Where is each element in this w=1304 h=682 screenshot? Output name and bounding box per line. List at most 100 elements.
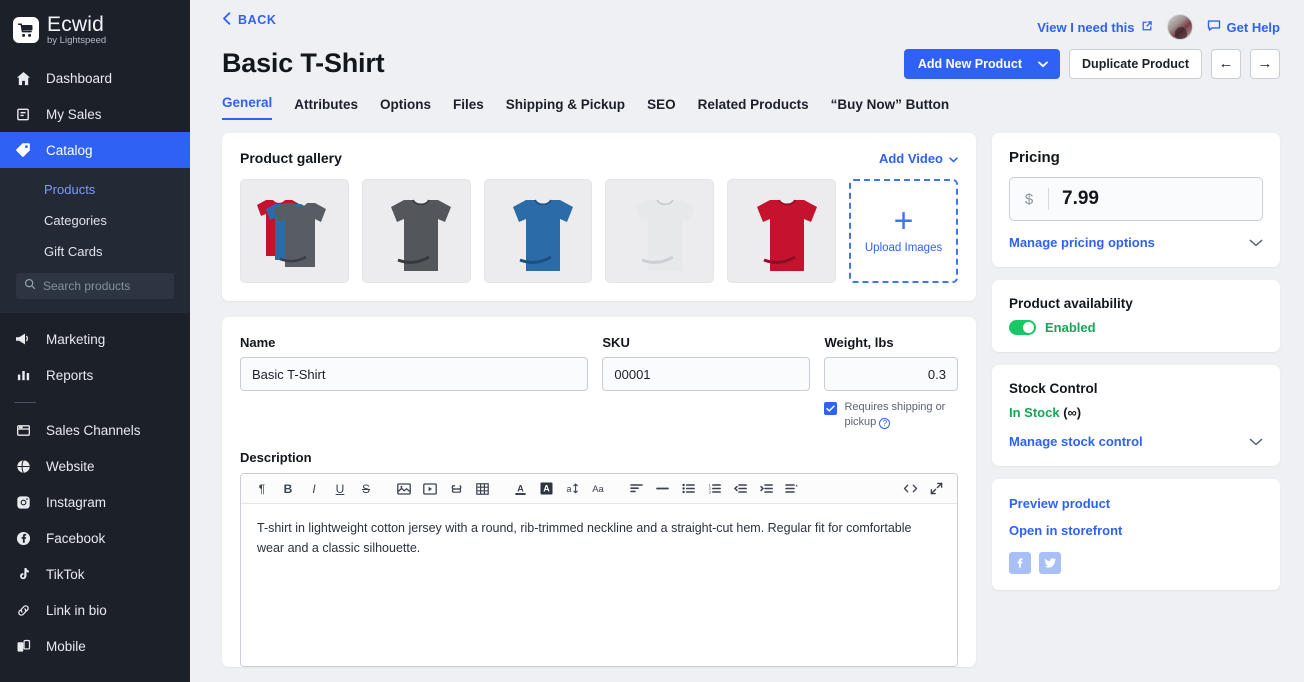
- text-color-icon[interactable]: A: [507, 476, 533, 502]
- align-icon[interactable]: [623, 476, 649, 502]
- sidebar-item-catalog[interactable]: Catalog: [0, 132, 190, 168]
- bold-icon[interactable]: B: [275, 476, 301, 502]
- search-input[interactable]: [43, 279, 166, 293]
- name-input[interactable]: [240, 357, 588, 391]
- tab-seo[interactable]: SEO: [647, 97, 676, 120]
- sidebar-item-categories[interactable]: Categories: [0, 205, 190, 236]
- weight-input[interactable]: [824, 357, 958, 391]
- add-new-product-button[interactable]: Add New Product: [904, 49, 1060, 79]
- availability-status: Enabled: [1045, 320, 1096, 335]
- back-label: BACK: [238, 13, 277, 27]
- description-editor: ¶ B I U S: [240, 473, 958, 667]
- sidebar-item-label: Reports: [46, 368, 93, 383]
- search-box[interactable]: [16, 273, 174, 299]
- name-label: Name: [240, 335, 588, 350]
- get-help-label: Get Help: [1227, 20, 1280, 35]
- tab-shipping-pickup[interactable]: Shipping & Pickup: [506, 97, 625, 120]
- sub-item-label: Categories: [44, 213, 107, 228]
- left-column: Product gallery Add Video: [222, 133, 976, 667]
- duplicate-product-button[interactable]: Duplicate Product: [1069, 49, 1202, 79]
- fullscreen-icon[interactable]: [923, 476, 949, 502]
- sidebar-item-website[interactable]: Website: [0, 448, 190, 484]
- paragraph-icon[interactable]: ¶: [249, 476, 275, 502]
- product-gallery-card: Product gallery Add Video: [222, 133, 976, 301]
- arrow-right-icon: →: [1258, 55, 1273, 72]
- gallery-image-3[interactable]: [605, 179, 714, 283]
- font-size-icon[interactable]: a: [559, 476, 585, 502]
- indent-icon[interactable]: [753, 476, 779, 502]
- tab-options[interactable]: Options: [380, 97, 431, 120]
- previous-product-button[interactable]: ←: [1211, 49, 1241, 79]
- sidebar-item-products[interactable]: Products: [0, 174, 190, 205]
- image-icon[interactable]: [391, 476, 417, 502]
- sku-field-group: SKU: [602, 335, 810, 430]
- sidebar-item-facebook[interactable]: Facebook: [0, 520, 190, 556]
- page-title: Basic T-Shirt: [222, 48, 384, 79]
- sidebar-item-my-sales[interactable]: My Sales: [0, 96, 190, 132]
- sidebar-item-instagram[interactable]: Instagram: [0, 484, 190, 520]
- font-family-icon[interactable]: Aa: [585, 476, 611, 502]
- tab-files[interactable]: Files: [453, 97, 484, 120]
- twitter-icon[interactable]: [1039, 552, 1061, 574]
- avatar[interactable]: [1167, 14, 1193, 40]
- upload-images-button[interactable]: + Upload Images: [849, 179, 958, 283]
- requires-shipping-checkbox[interactable]: [824, 402, 837, 415]
- source-code-icon[interactable]: [897, 476, 923, 502]
- svg-text:Aa: Aa: [592, 484, 604, 495]
- tab-general[interactable]: General: [222, 95, 272, 120]
- gallery-image-2[interactable]: [484, 179, 593, 283]
- outdent-icon[interactable]: [727, 476, 753, 502]
- sidebar-item-reports[interactable]: Reports: [0, 357, 190, 393]
- preview-product-link[interactable]: Preview product: [1009, 496, 1263, 511]
- price-input-group[interactable]: $ 7.99: [1009, 177, 1263, 221]
- duplicate-product-label: Duplicate Product: [1082, 57, 1189, 71]
- video-icon[interactable]: [417, 476, 443, 502]
- requires-shipping-row[interactable]: Requires shipping or pickup ?: [824, 400, 958, 430]
- highlight-icon[interactable]: A: [533, 476, 559, 502]
- plus-icon: +: [894, 208, 914, 235]
- strikethrough-icon[interactable]: S: [353, 476, 379, 502]
- availability-toggle[interactable]: [1009, 320, 1036, 335]
- underline-icon[interactable]: U: [327, 476, 353, 502]
- link-icon[interactable]: [443, 476, 469, 502]
- line-height-icon[interactable]: [779, 476, 805, 502]
- manage-pricing-options-row[interactable]: Manage pricing options: [1009, 235, 1263, 250]
- sidebar-item-dashboard[interactable]: Dashboard: [0, 60, 190, 96]
- sidebar-item-tiktok[interactable]: TikTok: [0, 556, 190, 592]
- product-availability-panel: Product availability Enabled: [992, 280, 1280, 352]
- next-product-button[interactable]: →: [1250, 49, 1280, 79]
- description-text[interactable]: T-shirt in lightweight cotton jersey wit…: [241, 504, 957, 666]
- view-i-need-this-link[interactable]: View I need this: [1037, 20, 1152, 35]
- sku-input[interactable]: [602, 357, 810, 391]
- add-video-button[interactable]: Add Video: [879, 151, 958, 166]
- table-icon[interactable]: [469, 476, 495, 502]
- availability-toggle-row[interactable]: Enabled: [1009, 320, 1263, 335]
- field-row: Name SKU Weight, lbs: [240, 335, 958, 430]
- content-area: Product gallery Add Video: [190, 120, 1304, 667]
- tab-attributes[interactable]: Attributes: [294, 97, 358, 120]
- sidebar-item-link-in-bio[interactable]: Link in bio: [0, 592, 190, 628]
- get-help-link[interactable]: Get Help: [1207, 19, 1280, 35]
- tab-related-products[interactable]: Related Products: [698, 97, 809, 120]
- facebook-icon[interactable]: [1009, 552, 1031, 574]
- help-icon[interactable]: ?: [879, 418, 890, 429]
- open-in-storefront-link[interactable]: Open in storefront: [1009, 523, 1263, 538]
- sidebar-item-marketing[interactable]: Marketing: [0, 321, 190, 357]
- sidebar-item-sales-channels[interactable]: Sales Channels: [0, 412, 190, 448]
- manage-stock-control-row[interactable]: Manage stock control: [1009, 434, 1263, 449]
- top-right-controls: View I need this: [1037, 12, 1280, 40]
- gallery-image-0[interactable]: [240, 179, 349, 283]
- numbered-list-icon[interactable]: 1 2 3: [701, 476, 727, 502]
- price-value[interactable]: 7.99: [1049, 188, 1099, 210]
- sidebar-item-mobile[interactable]: Mobile: [0, 628, 190, 664]
- gallery-image-1[interactable]: [362, 179, 471, 283]
- sidebar-item-gift-cards[interactable]: Gift Cards: [0, 236, 190, 267]
- logo[interactable]: Ecwid by Lightspeed: [0, 0, 190, 60]
- back-button[interactable]: BACK: [222, 12, 277, 28]
- horizontal-rule-icon[interactable]: [649, 476, 675, 502]
- requires-shipping-label: Requires shipping or pickup ?: [844, 400, 958, 430]
- bullet-list-icon[interactable]: [675, 476, 701, 502]
- tab-buy-now-button[interactable]: “Buy Now” Button: [831, 97, 949, 120]
- italic-icon[interactable]: I: [301, 476, 327, 502]
- gallery-image-4[interactable]: [727, 179, 836, 283]
